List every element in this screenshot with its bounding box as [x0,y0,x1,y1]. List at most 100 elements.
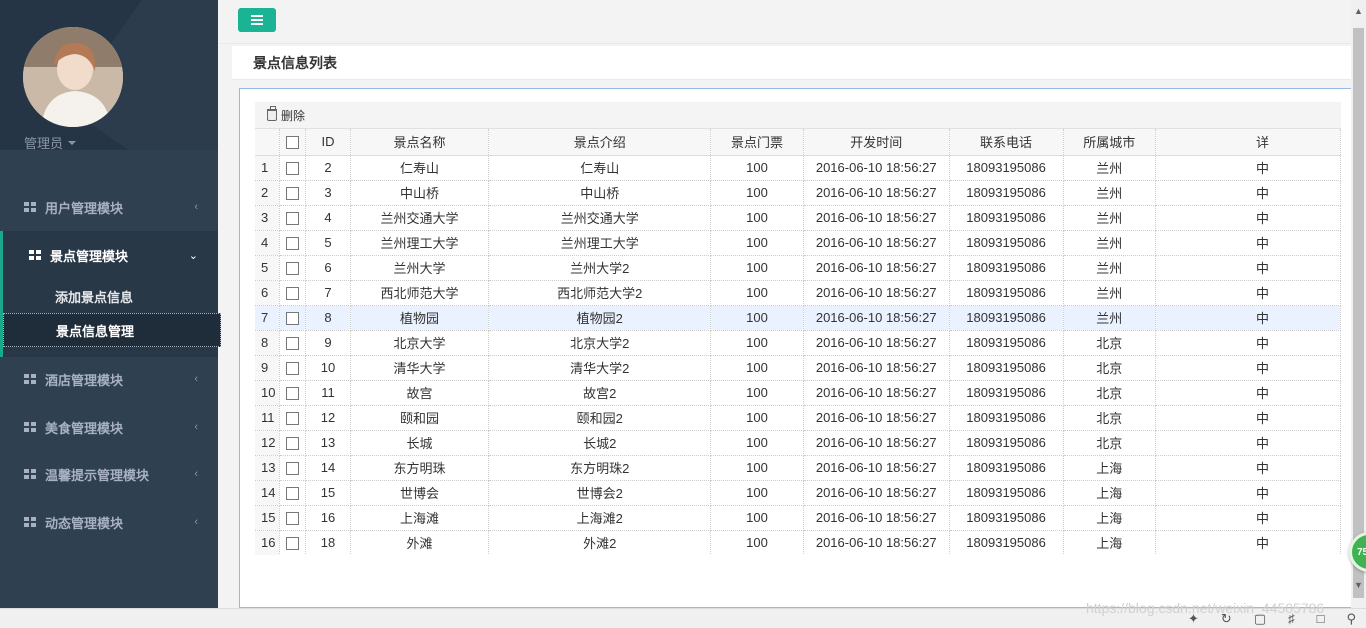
row-checkbox[interactable] [285,387,299,401]
cell-city: 兰州 [1063,305,1157,331]
cell-intro: 上海滩2 [488,505,712,531]
submenu-add-scenic[interactable]: 添加景点信息 [3,279,221,313]
table-row[interactable]: 3 4 兰州交通大学 兰州交通大学 100 2016-06-10 18:56:27 1809… [255,205,1341,231]
cell-phone: 18093195086 [949,330,1064,356]
select-all-checkbox[interactable] [285,136,299,150]
scroll-up-arrow-icon[interactable]: ▲ [1354,6,1363,16]
row-checkbox[interactable] [285,187,299,201]
table-row[interactable]: 9 10 清华大学 清华大学2 100 2016-06-10 18:56:27 180931… [255,355,1341,381]
cell-id: 14 [305,455,351,481]
row-checkbox[interactable] [285,537,299,551]
cell-intro: 清华大学2 [488,355,712,381]
cell-intro: 植物园2 [488,305,712,331]
submenu-label: 添加景点信息 [55,289,134,305]
cell-city: 上海 [1063,455,1157,481]
refresh-icon[interactable]: ↻ [1221,611,1232,627]
col-header-ticket[interactable]: 景点门票 [710,129,804,156]
cell-phone: 18093195086 [949,255,1064,281]
pin-icon[interactable]: ✦ [1188,611,1199,627]
cell-time: 2016-06-10 18:56:27 [803,155,950,181]
search-icon[interactable]: ⚲ [1346,611,1356,627]
delete-label: 删除 [281,108,306,123]
col-header-detail[interactable]: 详 [1155,129,1341,156]
user-avatar[interactable] [23,27,123,127]
role-dropdown[interactable]: 管理员 [24,133,77,150]
col-header-intro[interactable]: 景点介绍 [488,129,712,156]
table-row[interactable]: 2 3 中山桥 中山桥 100 2016-06-10 18:56:27 1809319508… [255,180,1341,206]
cell-time: 2016-06-10 18:56:27 [803,205,950,231]
scrollbar-thumb[interactable] [1353,28,1364,598]
row-checkbox[interactable] [285,512,299,526]
cell-more: 中 [1155,355,1341,381]
cell-phone: 18093195086 [949,455,1064,481]
row-checkbox[interactable] [285,437,299,451]
nav-user-module[interactable]: 用户管理模块 ‹ [0,183,218,231]
table-row[interactable]: 10 11 故宫 故宫2 100 2016-06-10 18:56:27 180931950… [255,380,1341,406]
cell-phone: 18093195086 [949,505,1064,531]
row-checkbox[interactable] [285,462,299,476]
row-checkbox[interactable] [285,362,299,376]
row-checkbox[interactable] [285,237,299,251]
row-checkbox[interactable] [285,287,299,301]
row-checkbox[interactable] [285,312,299,326]
row-checkbox[interactable] [285,337,299,351]
col-header-id[interactable]: ID [305,129,351,156]
col-header-phone[interactable]: 联系电话 [949,129,1064,156]
col-header-name[interactable]: 景点名称 [350,129,490,156]
table-row[interactable]: 11 12 颐和园 颐和园2 100 2016-06-10 18:56:27 1809319… [255,405,1341,431]
cell-ticket: 100 [710,155,804,181]
scroll-down-arrow-icon[interactable]: ▼ [1354,580,1363,590]
table-row[interactable]: 12 13 长城 长城2 100 2016-06-10 18:56:27 180931950… [255,430,1341,456]
table-row[interactable]: 14 15 世博会 世博会2 100 2016-06-10 18:56:27 1809319… [255,480,1341,506]
row-select-cell [279,280,307,306]
nav-hotel-module[interactable]: 酒店管理模块 ‹ [0,355,218,403]
row-checkbox[interactable] [285,412,299,426]
row-checkbox[interactable] [285,212,299,226]
cell-name: 世博会 [350,480,490,506]
window-icon[interactable]: □ [1317,611,1325,627]
delete-button[interactable]: 删除 [267,106,306,124]
cell-ticket: 100 [710,480,804,506]
row-select-cell [279,355,307,381]
row-checkbox[interactable] [285,262,299,276]
row-checkbox[interactable] [285,487,299,501]
data-grid: 删除 ID 景点名称 景点介绍 景点门票 开发时间 联系电话 所属城市 详 12… [255,102,1341,555]
cell-intro: 兰州理工大学 [488,230,712,256]
cell-phone: 18093195086 [949,280,1064,306]
row-select-cell [279,255,307,281]
col-header-city[interactable]: 所属城市 [1063,129,1157,156]
menu-toggle-button[interactable] [238,8,276,32]
row-number: 2 [255,180,280,206]
cell-name: 颐和园 [350,405,490,431]
table-row[interactable]: 1 2 仁寿山 仁寿山 100 2016-06-10 18:56:27 1809319508… [255,155,1341,181]
volume-icon[interactable]: ♯ [1288,611,1295,627]
col-header-time[interactable]: 开发时间 [803,129,950,156]
page-scrollbar[interactable]: ▲ ▼ [1351,0,1366,608]
cell-phone: 18093195086 [949,530,1064,555]
table-row[interactable]: 15 16 上海滩 上海滩2 100 2016-06-10 18:56:27 1809319… [255,505,1341,531]
submenu-scenic-manage[interactable]: 景点信息管理 [3,313,221,347]
nav-scenic-module[interactable]: 景点管理模块 ⌄ [0,231,218,279]
cell-city: 上海 [1063,530,1157,555]
nav-news-module[interactable]: 动态管理模块 ‹ [0,498,218,546]
scenic-table: ID 景点名称 景点介绍 景点门票 开发时间 联系电话 所属城市 详 1 2 仁寿山… [255,129,1341,555]
cell-ticket: 100 [710,355,804,381]
table-row[interactable]: 16 18 外滩 外滩2 100 2016-06-10 18:56:27 180931950… [255,530,1341,555]
nav-tips-module[interactable]: 温馨提示管理模块 ‹ [0,450,218,498]
table-row[interactable]: 4 5 兰州理工大学 兰州理工大学 100 2016-06-10 18:56:27 1809… [255,230,1341,256]
cell-name: 外滩 [350,530,490,555]
cell-city: 北京 [1063,380,1157,406]
cell-intro: 故宫2 [488,380,712,406]
table-row[interactable]: 7 8 植物园 植物园2 100 2016-06-10 18:56:27 180931950… [255,305,1341,331]
nav-food-module[interactable]: 美食管理模块 ‹ [0,403,218,451]
table-row[interactable]: 5 6 兰州大学 兰州大学2 100 2016-06-10 18:56:27 1809319… [255,255,1341,281]
cell-id: 16 [305,505,351,531]
trash-icon[interactable]: ▢ [1254,611,1266,627]
chevron-down-icon: ⌄ [188,249,198,262]
table-row[interactable]: 8 9 北京大学 北京大学2 100 2016-06-10 18:56:27 1809319… [255,330,1341,356]
table-row[interactable]: 6 7 西北师范大学 西北师范大学2 100 2016-06-10 18:56:27 180… [255,280,1341,306]
cell-name: 北京大学 [350,330,490,356]
cell-intro: 北京大学2 [488,330,712,356]
table-row[interactable]: 13 14 东方明珠 东方明珠2 100 2016-06-10 18:56:27 18093… [255,455,1341,481]
row-checkbox[interactable] [285,162,299,176]
